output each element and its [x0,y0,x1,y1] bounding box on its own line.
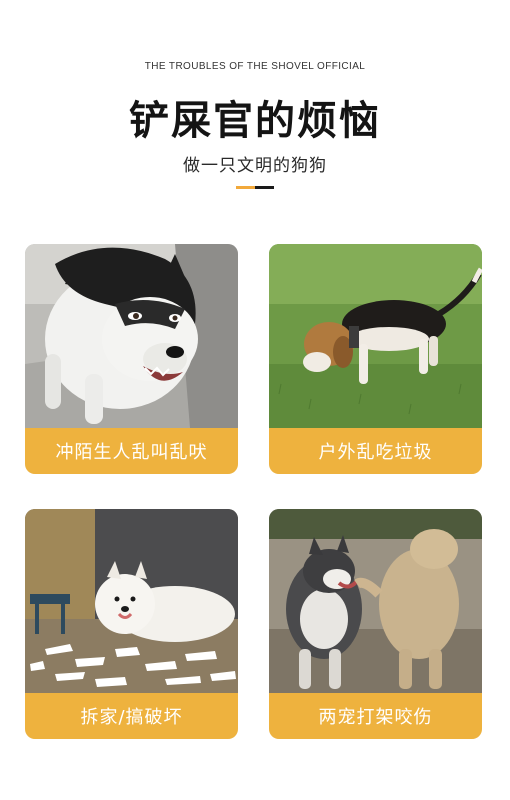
card-eating-garbage: 户外乱吃垃圾 [269,244,482,474]
card-barking: 冲陌生人乱叫乱吠 [25,244,238,474]
card-destroying-home: 拆家/搞破坏 [25,509,238,739]
caption-bar: 拆家/搞破坏 [25,693,238,739]
accent-divider-black [255,186,274,189]
card-caption: 冲陌生人乱叫乱吠 [55,442,208,463]
english-title: THE TROUBLES OF THE SHOVEL OFFICIAL [144,61,366,72]
card-caption: 两宠打架咬伤 [318,707,433,728]
accent-divider [236,186,274,189]
card-caption: 拆家/搞破坏 [80,707,183,728]
samoyed-shredded-paper-photo [25,509,238,693]
dogs-fighting-photo [269,509,482,693]
caption-bar: 两宠打架咬伤 [269,693,482,739]
card-caption: 户外乱吃垃圾 [318,442,433,463]
caption-bar: 户外乱吃垃圾 [269,428,482,474]
accent-divider-orange [236,186,255,189]
tagline: 做一只文明的狗狗 [183,156,327,176]
page-title: 铲屎官的烦恼 [129,98,381,144]
caption-bar: 冲陌生人乱叫乱吠 [25,428,238,474]
beagle-sniffing-grass-photo [269,244,482,428]
card-fighting: 两宠打架咬伤 [269,509,482,739]
husky-barking-photo [25,244,238,428]
